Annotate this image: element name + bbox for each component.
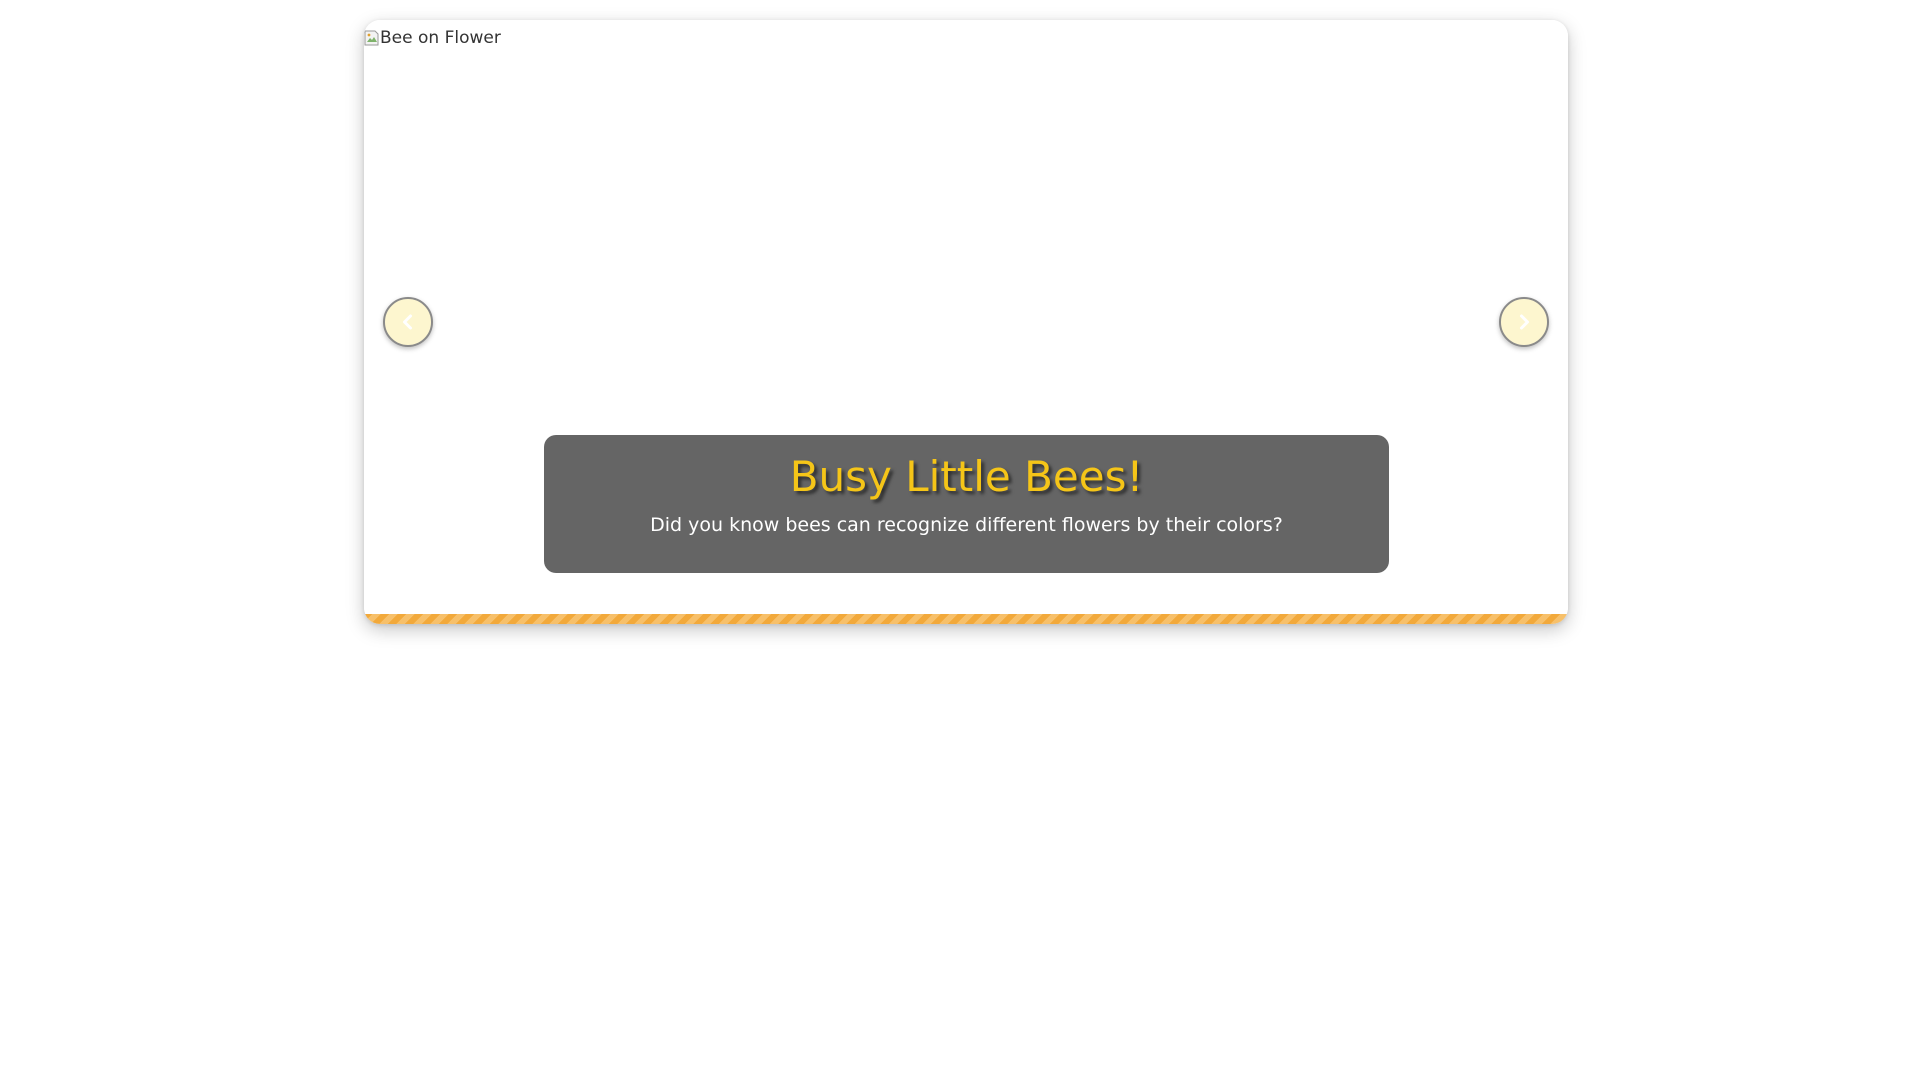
slide-caption: Busy Little Bees! Did you know bees can … — [544, 435, 1389, 573]
caption-title: Busy Little Bees! — [789, 452, 1144, 501]
image-alt-text: Bee on Flower — [380, 28, 501, 48]
chevron-left-icon — [399, 313, 417, 331]
honeycomb-stripe-bar — [364, 614, 1568, 624]
caption-text: Did you know bees can recognize differen… — [650, 514, 1283, 536]
chevron-right-icon — [1515, 313, 1533, 331]
previous-slide-button[interactable] — [383, 297, 433, 347]
broken-image-placeholder: Bee on Flower — [364, 24, 501, 52]
broken-image-icon — [364, 29, 380, 47]
image-carousel: Bee on Flower Busy Little Bees! Did you … — [364, 20, 1568, 624]
next-slide-button[interactable] — [1499, 297, 1549, 347]
